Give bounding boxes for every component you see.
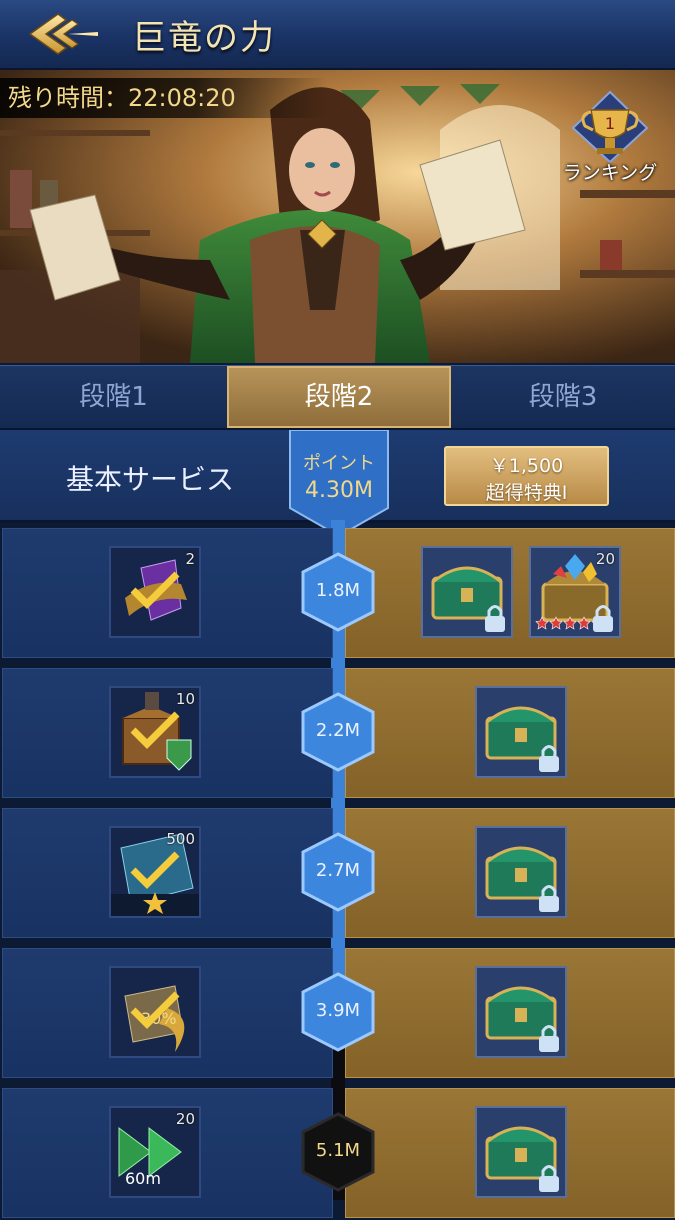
claimed-check-icon	[130, 851, 180, 889]
ranking-label: ランキング	[562, 162, 658, 184]
purchase-button[interactable]: ￥1,500 超得特典I	[444, 446, 609, 506]
free-reward-item[interactable]: 60m 20	[109, 1106, 201, 1198]
lock-icon	[485, 605, 505, 632]
points-label: ポイント	[303, 453, 375, 474]
free-reward-item[interactable]: 2	[109, 546, 201, 638]
premium-reward-panel	[345, 808, 675, 938]
premium-reward-item[interactable]	[475, 1106, 567, 1198]
lock-icon	[539, 745, 559, 772]
free-reward-panel: 2	[2, 528, 333, 658]
premium-reward-item[interactable]	[475, 826, 567, 918]
claimed-check-icon	[130, 571, 180, 609]
purchase-pack-name: 超得特典I	[485, 482, 568, 504]
claimed-check-icon	[130, 711, 180, 749]
points-value: 4.30M	[305, 478, 373, 503]
time-remaining: 残り時間：22:08:20	[0, 78, 328, 118]
item-quantity: 10	[175, 690, 195, 708]
premium-reward-item[interactable]: 20	[529, 546, 621, 638]
purchase-price: ￥1,500	[489, 455, 564, 477]
free-reward-panel: 10	[2, 668, 333, 798]
free-reward-panel: 500	[2, 808, 333, 938]
item-quantity: 20	[595, 550, 615, 568]
tab-stage-2[interactable]: 段階2	[227, 366, 451, 428]
lock-icon	[539, 885, 559, 912]
premium-reward-item[interactable]	[475, 686, 567, 778]
premium-reward-item[interactable]	[421, 546, 513, 638]
lock-icon	[539, 1165, 559, 1192]
milestone-label: 3.9M	[315, 1000, 361, 1021]
back-arrow-icon[interactable]	[22, 6, 106, 62]
claimed-check-icon	[130, 991, 180, 1029]
premium-reward-panel	[345, 1088, 675, 1218]
milestone-label: 2.2M	[315, 720, 361, 741]
item-badge-text: 60m	[125, 1169, 161, 1188]
free-reward-panel: 60m 20	[2, 1088, 333, 1218]
free-reward-item[interactable]: 500	[109, 826, 201, 918]
premium-reward-panel: 20	[345, 528, 675, 658]
tab-stage-3[interactable]: 段階3	[451, 366, 675, 428]
free-reward-item[interactable]: 30%	[109, 966, 201, 1058]
trophy-icon: 1	[571, 90, 649, 164]
basic-service-label: 基本サービス	[66, 463, 235, 496]
item-quantity: 500	[166, 830, 195, 848]
item-quantity: 2	[185, 550, 195, 568]
stage-tabs: 段階1 段階2 段階3	[0, 365, 675, 430]
lock-icon	[593, 605, 613, 632]
premium-reward-panel	[345, 948, 675, 1078]
tab-stage-1[interactable]: 段階1	[0, 366, 227, 428]
free-reward-item[interactable]: 10	[109, 686, 201, 778]
premium-reward-item[interactable]	[475, 966, 567, 1058]
top-bar: 巨竜の力	[0, 0, 675, 70]
ranking-button[interactable]: 1 ランキング	[555, 88, 665, 188]
item-quantity: 20	[175, 1110, 195, 1128]
milestone-label: 5.1M	[315, 1140, 361, 1161]
rank-number: 1	[605, 114, 615, 133]
premium-reward-panel	[345, 668, 675, 798]
milestone-label: 1.8M	[315, 580, 361, 601]
lock-icon	[539, 1025, 559, 1052]
free-reward-panel: 30%	[2, 948, 333, 1078]
hero-banner: 残り時間：22:08:20 1 ランキング	[0, 70, 675, 363]
milestone-label: 2.7M	[315, 860, 361, 881]
page-title: 巨竜の力	[132, 18, 276, 58]
